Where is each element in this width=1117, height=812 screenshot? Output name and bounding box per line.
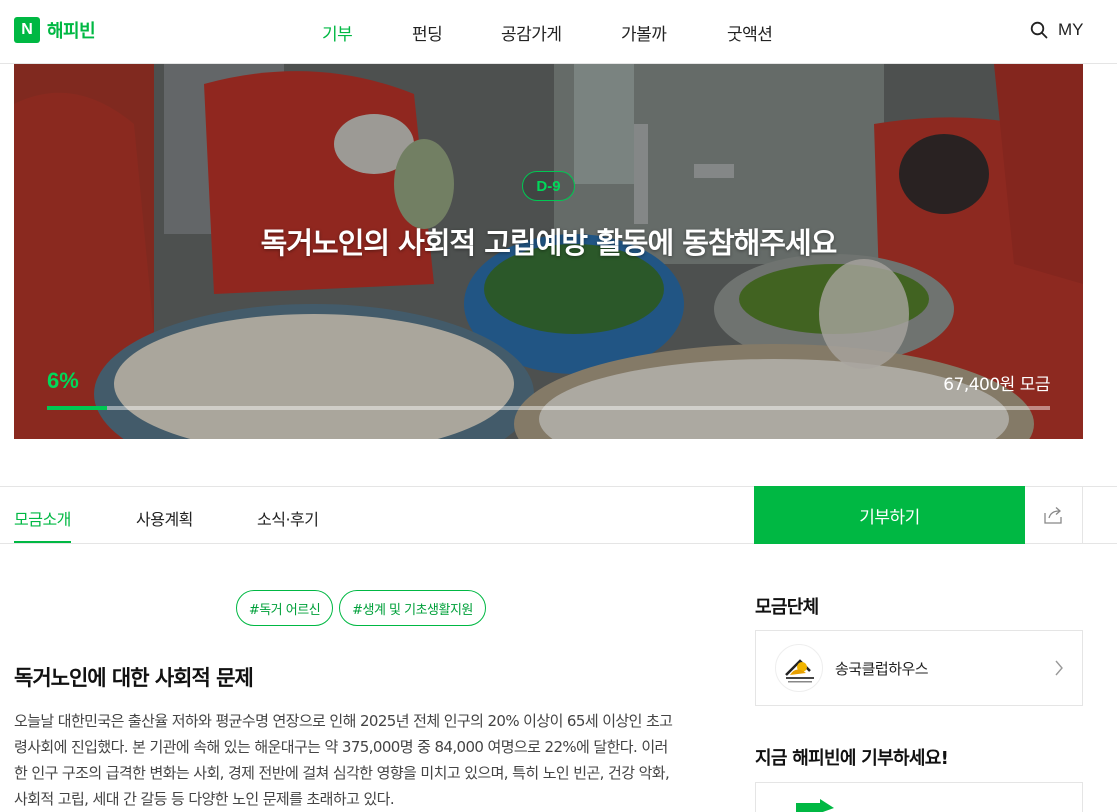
tab-introduction[interactable]: 모금소개 [14, 506, 71, 530]
logo-mark: N [14, 17, 40, 43]
tab-news-reviews[interactable]: 소식·후기 [257, 506, 319, 530]
hashtag-tag[interactable]: #독거 어르신 [236, 590, 333, 626]
progress-percent: 6% [47, 368, 79, 393]
raised-amount: 67,400원 모금 [943, 375, 1050, 395]
share-button[interactable] [1025, 486, 1083, 544]
tab-usage-plan[interactable]: 사용계획 [136, 506, 193, 530]
story-line: 한 인구 구조의 급격한 변화는 사회, 경제 전반에 걸쳐 심각한 영향을 미… [14, 764, 670, 782]
story-line: 오늘날 대한민국은 출산율 저하와 평균수명 연장으로 인해 2025년 전체 … [14, 712, 673, 730]
promo-card[interactable] [755, 782, 1083, 812]
nav-item-funding[interactable]: 펀딩 [412, 20, 443, 45]
section-heading: 독거노인에 대한 사회적 문제 [14, 666, 254, 690]
hashtag-tag[interactable]: #생계 및 기초생활지원 [339, 590, 486, 626]
org-heading: 모금단체 [755, 597, 819, 618]
campaign-title: 독거노인의 사회적 고립예방 활동에 동참해주세요 [260, 226, 838, 260]
happybean-logo[interactable]: N 해피빈 [14, 17, 96, 43]
organization-logo [775, 644, 823, 692]
nav-item-donate[interactable]: 기부 [322, 20, 353, 45]
story-line: 사회적 고립, 세대 간 갈등 등 다양한 노인 문제를 초래하고 있다. [14, 790, 395, 808]
story-text: 오늘날 대한민국은 출산율 저하와 평균수명 연장으로 인해 2025년 전체 … [14, 708, 714, 812]
nav-item-goodaction[interactable]: 굿액션 [727, 20, 773, 45]
progress-bar [47, 406, 1050, 410]
promo-heading: 지금 해피빈에 기부하세요! [755, 748, 949, 769]
my-page-link[interactable]: MY [1058, 20, 1084, 40]
story-line: 령사회에 진입했다. 본 기관에 속해 있는 해운대구는 약 375,000명 … [14, 738, 668, 756]
nav-item-store[interactable]: 공감가게 [501, 20, 562, 45]
donate-button[interactable]: 기부하기 [754, 486, 1025, 544]
share-icon [1043, 507, 1062, 524]
campaign-hero: D-9 독거노인의 사회적 고립예방 활동에 동참해주세요 6% 67,400원… [14, 64, 1083, 439]
organization-name: 송국클럽하우스 [835, 660, 929, 678]
organization-card[interactable]: 송국클럽하우스 [755, 630, 1083, 706]
logo-text: 해피빈 [47, 21, 96, 42]
site-header: N 해피빈 기부 펀딩 공감가게 가볼까 굿액션 MY [0, 0, 1117, 64]
nav-item-travel[interactable]: 가볼까 [621, 20, 667, 45]
campaign-tabbar: 모금소개 사용계획 소식·후기 기부하기 [0, 486, 1117, 544]
chevron-right-icon [1055, 660, 1063, 676]
search-icon[interactable] [1030, 21, 1048, 39]
active-tab-indicator [14, 541, 71, 543]
progress-bar-fill [47, 406, 108, 410]
dday-badge: D-9 [522, 171, 575, 201]
arrow-icon [796, 799, 834, 812]
